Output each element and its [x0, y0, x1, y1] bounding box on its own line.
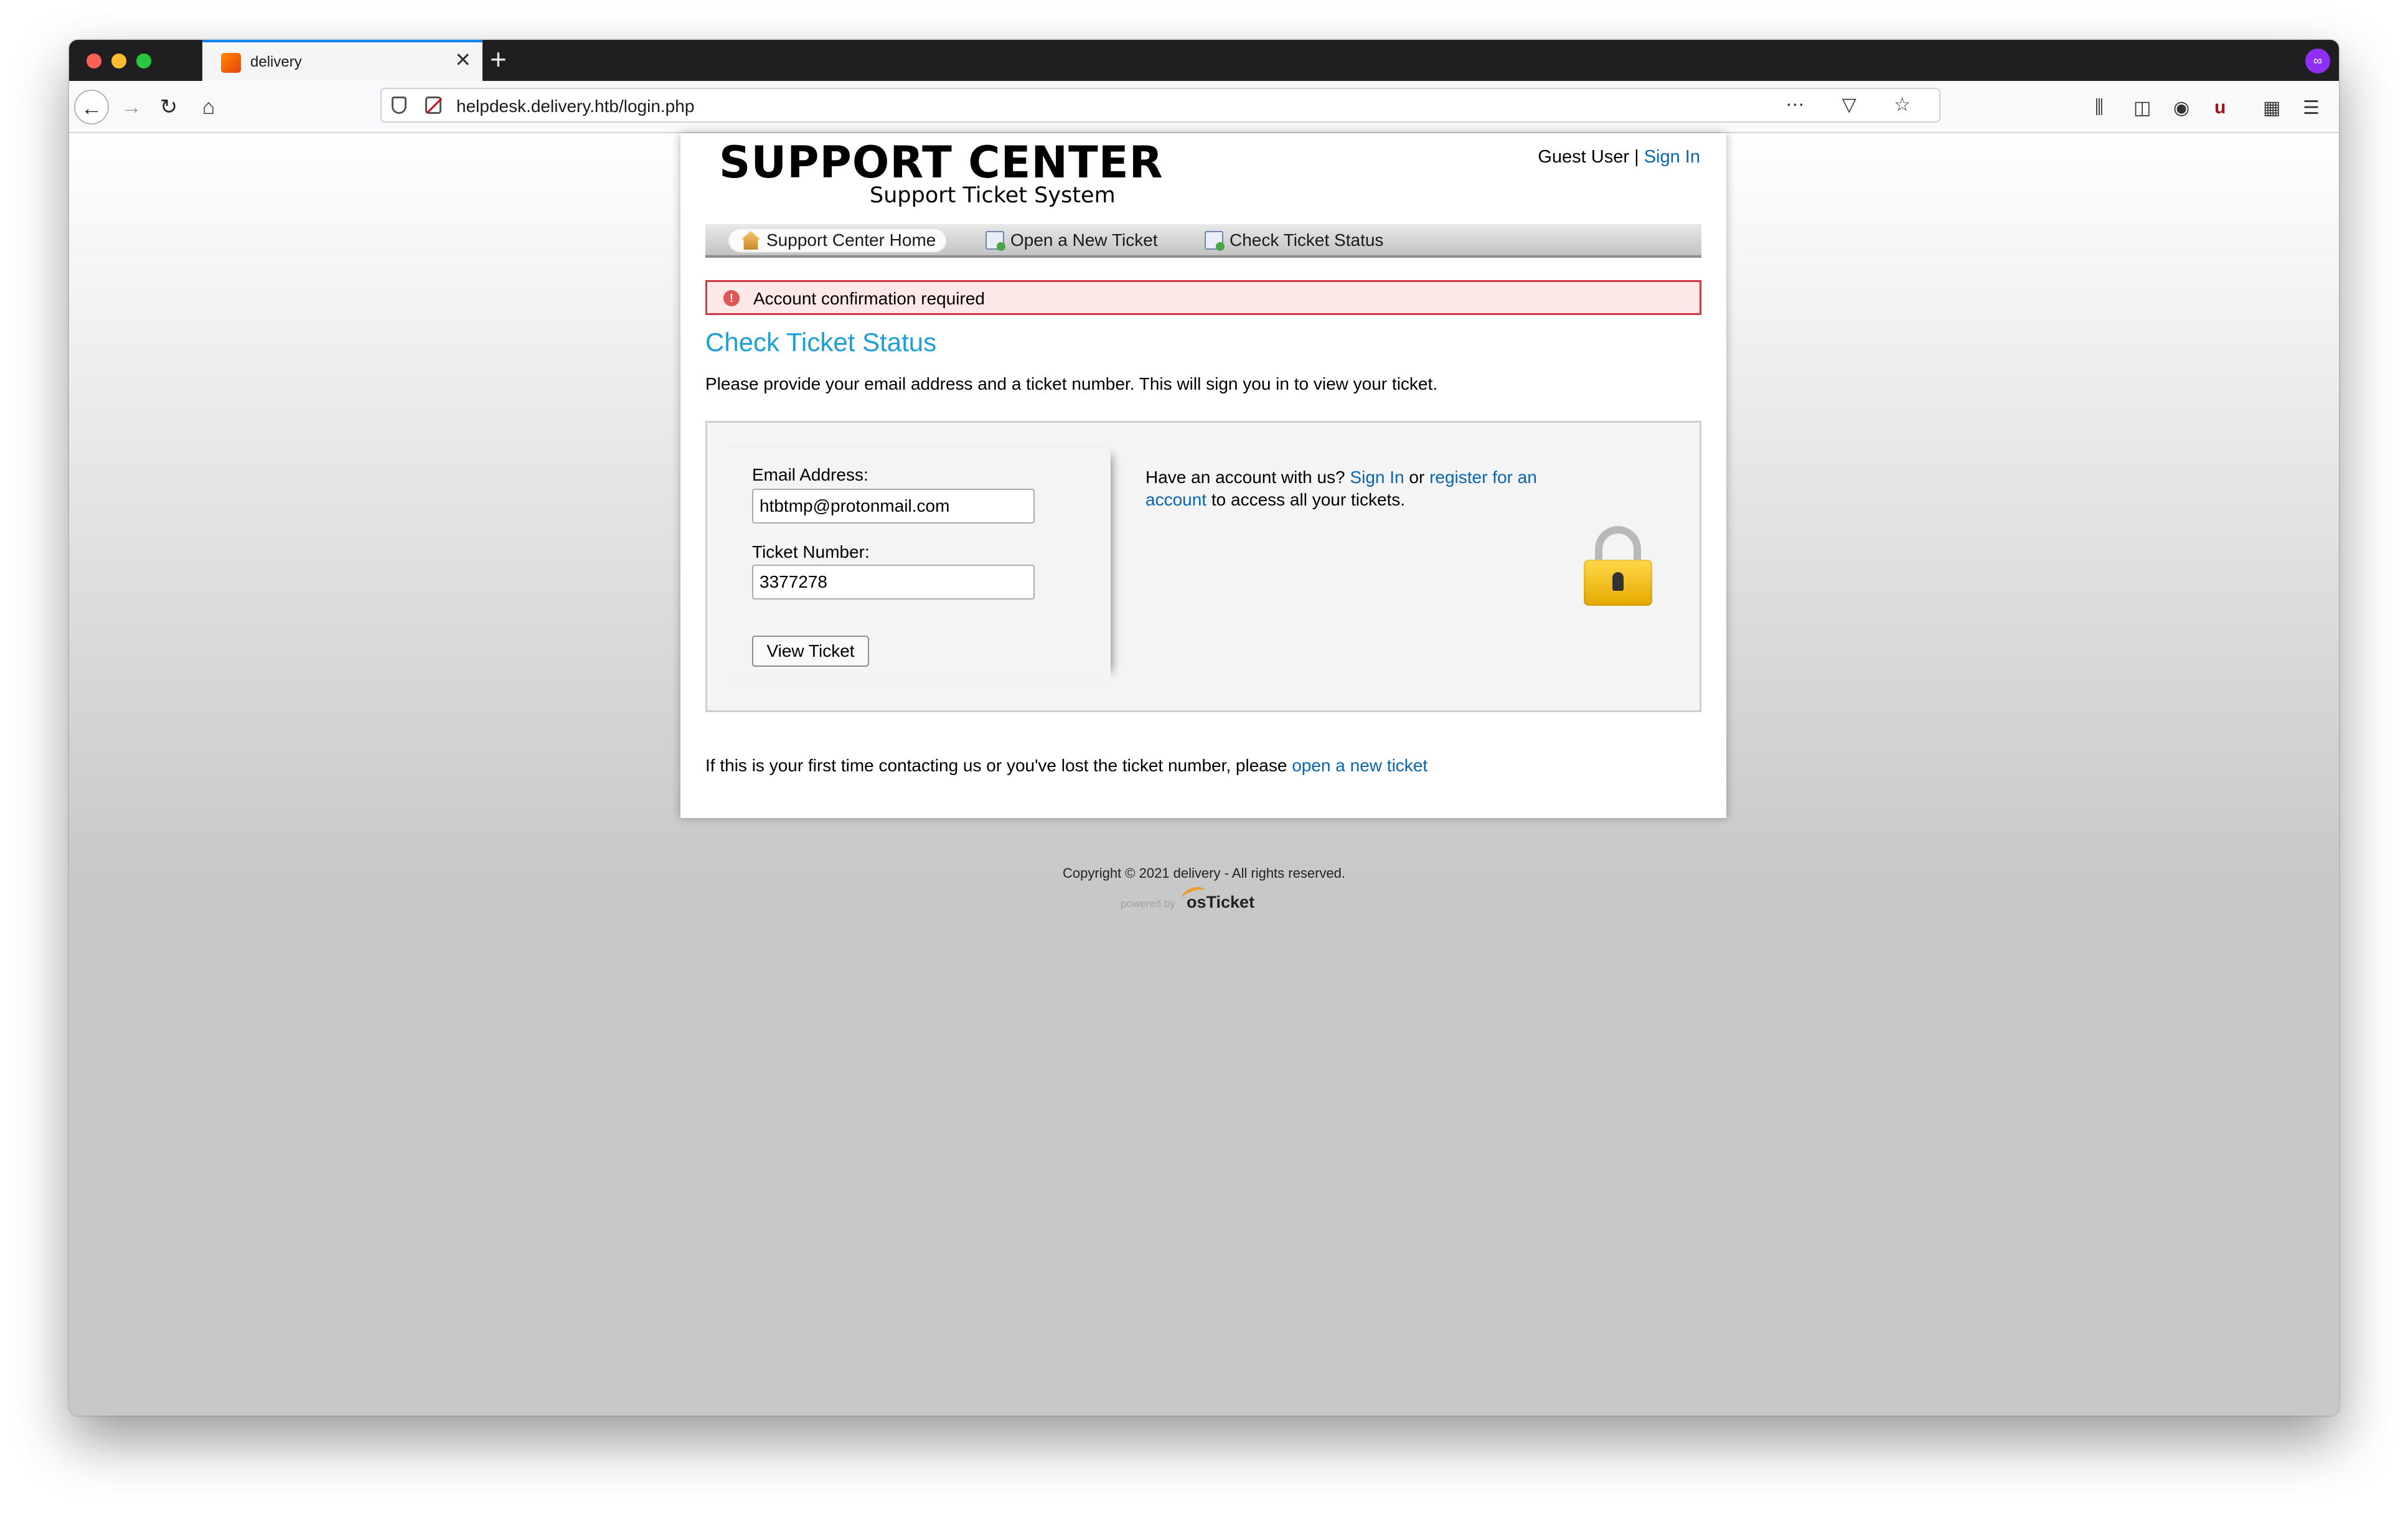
private-browsing-icon: ∞ [2305, 49, 2330, 73]
user-links: Guest User | Sign In [1538, 147, 1700, 167]
url-text[interactable]: helpdesk.delivery.htb/login.php [456, 96, 694, 116]
tab-favicon-icon [221, 53, 241, 73]
insecure-connection-lock-icon[interactable] [425, 96, 441, 114]
page-actions-icons[interactable]: ⋯ ▽ ☆ [1785, 94, 1927, 116]
nav-open-new-ticket[interactable]: Open a New Ticket [972, 228, 1169, 253]
minimize-window-button[interactable] [111, 54, 126, 68]
copyright-text: Copyright © 2021 delivery - All rights r… [1063, 865, 1345, 881]
browser-tab[interactable]: delivery ✕ [202, 40, 482, 81]
browser-window: delivery ✕ + ∞ ← → ↻ ⌂ helpdesk.delivery… [69, 40, 2339, 1416]
maximize-window-button[interactable] [136, 54, 151, 68]
alert-message: Account confirmation required [753, 289, 985, 308]
library-icon[interactable]: ⫼ [2095, 97, 2104, 118]
home-button[interactable]: ⌂ [191, 90, 226, 125]
new-ticket-icon [985, 231, 1005, 251]
user-links-separator: | [1634, 147, 1639, 167]
ticket-number-label: Ticket Number: [752, 542, 870, 562]
site-subtitle: Support Ticket System [870, 183, 1116, 208]
nav-support-center-home[interactable]: Support Center Home [728, 228, 948, 253]
intro-text: Please provide your email address and a … [705, 374, 1438, 393]
nav-item-label: Open a New Ticket [1010, 230, 1158, 250]
error-icon: ! [723, 290, 740, 306]
account-info: Have an account with us? Sign In or regi… [1145, 466, 1581, 511]
email-label: Email Address: [752, 465, 868, 484]
account-info-suffix: to access all your tickets. [1211, 490, 1406, 509]
new-tab-button[interactable]: + [490, 45, 507, 73]
menu-icon[interactable]: ☰ [2303, 97, 2320, 119]
powered-by-label: powered by [1121, 898, 1175, 910]
site-title[interactable]: SUPPORT CENTER [719, 137, 1164, 188]
login-form: Email Address: Ticket Number: View Ticke… [708, 448, 1111, 679]
extensions-icon[interactable]: ▦ [2263, 97, 2280, 119]
first-time-note: If this is your first time contacting us… [705, 756, 1427, 776]
account-info-or: or [1409, 468, 1425, 487]
page-viewport: SUPPORT CENTER Support Ticket System Gue… [69, 133, 2339, 1416]
account-icon[interactable]: ◉ [2173, 97, 2189, 119]
back-button[interactable]: ← [74, 90, 109, 125]
address-bar[interactable]: helpdesk.delivery.htb/login.php ⋯ ▽ ☆ [380, 88, 1940, 123]
padlock-icon [1584, 526, 1652, 606]
error-alert: ! Account confirmation required [705, 280, 1701, 315]
email-field[interactable] [752, 489, 1035, 524]
login-panel: Email Address: Ticket Number: View Ticke… [705, 421, 1701, 712]
tab-strip: delivery ✕ + ∞ [69, 40, 2339, 81]
nav-check-ticket-status[interactable]: Check Ticket Status [1191, 228, 1394, 253]
osticket-logo: osTicket [1187, 893, 1255, 911]
tracking-protection-shield-icon[interactable] [392, 96, 407, 114]
account-info-prefix: Have an account with us? [1145, 468, 1345, 487]
tab-title: delivery [250, 54, 302, 70]
ticket-status-icon [1205, 231, 1225, 251]
header-sign-in-link[interactable]: Sign In [1644, 147, 1700, 167]
sidebar-icon[interactable]: ◫ [2133, 97, 2151, 119]
ublock-icon[interactable]: u [2214, 97, 2226, 118]
close-window-button[interactable] [87, 54, 101, 68]
content-container: SUPPORT CENTER Support Ticket System Gue… [680, 133, 1726, 818]
ticket-number-field[interactable] [752, 565, 1035, 599]
nav-item-label: Support Center Home [766, 230, 936, 250]
reload-button[interactable]: ↻ [151, 90, 186, 125]
powered-by-osticket[interactable]: powered by osTicket [1121, 889, 1307, 918]
open-new-ticket-link[interactable]: open a new ticket [1292, 756, 1427, 775]
first-time-text: If this is your first time contacting us… [705, 756, 1287, 775]
close-tab-icon[interactable]: ✕ [454, 50, 471, 70]
view-ticket-button[interactable]: View Ticket [752, 636, 869, 667]
page-heading: Check Ticket Status [705, 327, 937, 357]
guest-user-label: Guest User [1538, 147, 1630, 167]
home-icon [741, 231, 760, 250]
panel-sign-in-link[interactable]: Sign In [1350, 468, 1404, 487]
main-nav: Support Center Home Open a New Ticket Ch… [705, 224, 1701, 258]
forward-button[interactable]: → [114, 90, 149, 125]
nav-item-label: Check Ticket Status [1230, 230, 1384, 250]
